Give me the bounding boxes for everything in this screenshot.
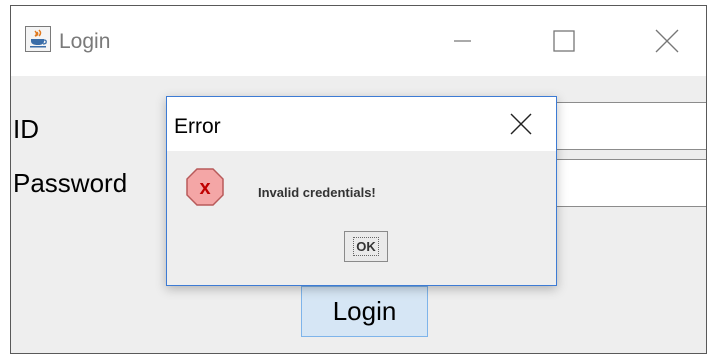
password-field[interactable] — [556, 159, 706, 207]
maximize-button[interactable] — [541, 20, 587, 62]
window-titlebar[interactable]: Login — [11, 6, 706, 76]
dialog-close-button[interactable] — [499, 107, 543, 143]
ok-button-label: OK — [353, 237, 379, 256]
error-dialog: Error x Invalid credentials! OK — [166, 96, 557, 286]
window-title: Login — [59, 30, 111, 53]
close-icon — [510, 113, 532, 135]
error-icon: x — [185, 167, 225, 207]
dialog-titlebar[interactable]: Error — [167, 97, 556, 151]
error-icon-letter: x — [199, 177, 210, 199]
password-label: Password — [13, 168, 128, 198]
close-icon — [655, 29, 679, 53]
window-close-button[interactable] — [643, 20, 689, 62]
error-message: Invalid credentials! — [258, 185, 376, 200]
ok-button[interactable]: OK — [344, 231, 388, 262]
java-app-icon — [25, 26, 51, 52]
minimize-icon — [454, 40, 471, 42]
id-label: ID — [13, 114, 39, 144]
login-button[interactable]: Login — [301, 286, 428, 337]
id-field[interactable] — [556, 102, 706, 150]
minimize-button[interactable] — [439, 20, 485, 62]
maximize-icon — [553, 30, 575, 52]
dialog-title: Error — [174, 115, 221, 138]
